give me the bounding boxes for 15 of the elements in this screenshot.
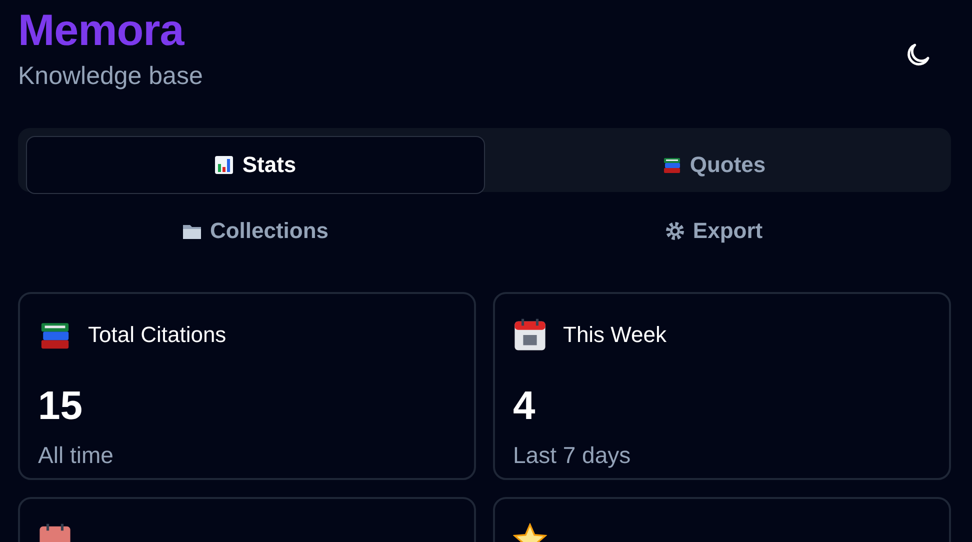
- calendar-icon: [513, 318, 547, 352]
- tab[interactable]: Export: [484, 202, 943, 260]
- gear-icon: [664, 220, 685, 241]
- bar-chart-icon: [214, 154, 234, 175]
- app-subtitle: Knowledge base: [18, 61, 203, 92]
- stat-title: This Week: [563, 321, 667, 350]
- stat-caption: All time: [38, 440, 114, 470]
- app-title: Memora: [18, 8, 186, 54]
- tab[interactable]: Stats: [26, 136, 484, 194]
- stat-value: 15: [38, 386, 84, 426]
- tab[interactable]: Collections: [26, 202, 484, 260]
- stat-value: 4: [513, 386, 536, 426]
- stat-title: Total Citations: [88, 321, 226, 350]
- stat-caption: Last 7 days: [513, 440, 632, 470]
- tab[interactable]: Quotes: [484, 136, 943, 194]
